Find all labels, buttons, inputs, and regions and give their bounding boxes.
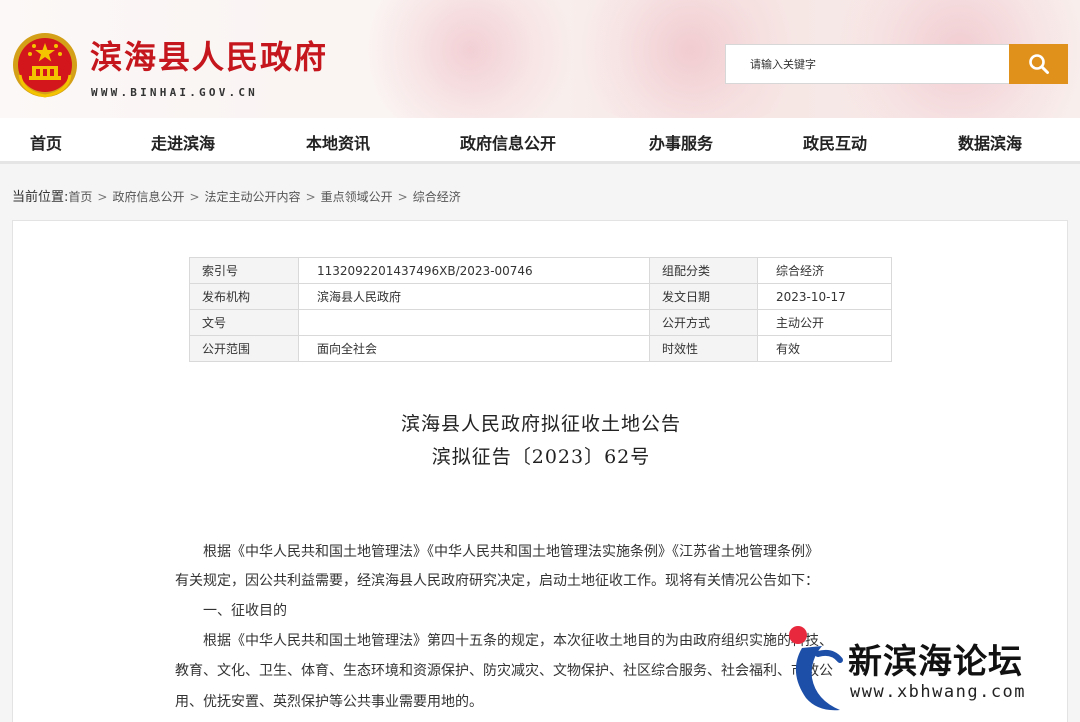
nav-item-interaction[interactable]: 政民互动 <box>803 130 867 154</box>
breadcrumb-statutory[interactable]: 法定主动公开内容 <box>205 190 301 204</box>
meta-key: 索引号 <box>189 257 299 284</box>
breadcrumb-separator: > <box>97 190 108 204</box>
meta-value: 主动公开 <box>757 309 892 336</box>
nav-item-services[interactable]: 办事服务 <box>649 130 713 154</box>
meta-key: 时效性 <box>649 335 758 362</box>
meta-value: 滨海县人民政府 <box>298 283 650 310</box>
meta-key: 组配分类 <box>649 257 758 284</box>
nav-item-about[interactable]: 走进滨海 <box>151 130 215 154</box>
breadcrumb-lead: 当前位置: <box>12 190 69 205</box>
document-title: 滨海县人民政府拟征收土地公告 <box>400 413 681 435</box>
forum-watermark-url: www.xbhwang.com <box>850 682 1027 702</box>
meta-key: 公开方式 <box>649 309 758 336</box>
meta-value: 综合经济 <box>757 257 892 284</box>
breadcrumb-key-areas[interactable]: 重点领域公开 <box>321 190 393 204</box>
meta-value: 1132092201437496XB/2023-00746 <box>298 257 650 284</box>
meta-value: 面向全社会 <box>298 335 650 362</box>
meta-value: 2023-10-17 <box>757 283 892 310</box>
document-number: 滨拟征告〔2023〕62号 <box>431 446 651 468</box>
table-row: 索引号 1132092201437496XB/2023-00746 组配分类 综… <box>189 257 892 284</box>
search-box <box>725 44 1009 84</box>
breadcrumb-economy[interactable]: 综合经济 <box>413 190 461 204</box>
header-flower-decoration <box>360 0 580 118</box>
meta-value: 有效 <box>757 335 892 362</box>
breadcrumb-separator: > <box>305 190 316 204</box>
document-paragraph-line: 用、优抚安置、英烈保护等公共事业需要用地的。 <box>175 694 483 710</box>
site-url: WWW.BINHAI.GOV.CN <box>91 86 258 99</box>
forum-watermark-name: 新滨海论坛 <box>848 642 1023 682</box>
metadata-table: 索引号 1132092201437496XB/2023-00746 组配分类 综… <box>189 257 892 362</box>
meta-value <box>298 309 650 336</box>
nav-item-local-news[interactable]: 本地资讯 <box>306 130 370 154</box>
meta-key: 文号 <box>189 309 299 336</box>
document-paragraph-line: 教育、文化、卫生、体育、生态环境和资源保护、防灾减灾、文物保护、社区综合服务、社… <box>175 663 833 679</box>
meta-key: 公开范围 <box>189 335 299 362</box>
site-title[interactable]: 滨海县人民政府 <box>90 32 328 78</box>
document-section-heading: 一、征收目的 <box>175 603 287 619</box>
search-icon <box>1028 54 1049 74</box>
nav-item-home[interactable]: 首页 <box>30 130 62 154</box>
breadcrumb: 当前位置:首页 > 政府信息公开 > 法定主动公开内容 > 重点领域公开 > 综合经济 <box>12 186 461 205</box>
breadcrumb-separator: > <box>397 190 408 204</box>
document-paragraph-line: 有关规定，因公共利益需要，经滨海县人民政府研究决定，启动土地征收工作。现将有关情… <box>175 573 819 589</box>
meta-key: 发布机构 <box>189 283 299 310</box>
site-header: 滨海县人民政府 WWW.BINHAI.GOV.CN <box>0 0 1080 118</box>
table-row: 发布机构 滨海县人民政府 发文日期 2023-10-17 <box>189 283 892 310</box>
nav-item-gov-info[interactable]: 政府信息公开 <box>460 130 556 154</box>
meta-key: 发文日期 <box>649 283 758 310</box>
table-row: 公开范围 面向全社会 时效性 有效 <box>189 335 892 362</box>
nav-item-data[interactable]: 数据滨海 <box>958 130 1022 154</box>
table-row: 文号 公开方式 主动公开 <box>189 309 892 336</box>
breadcrumb-home[interactable]: 首页 <box>68 190 92 204</box>
breadcrumb-gov-info[interactable]: 政府信息公开 <box>112 190 184 204</box>
search-button[interactable] <box>1009 44 1068 84</box>
main-nav: 首页 走进滨海 本地资讯 政府信息公开 办事服务 政民互动 数据滨海 <box>0 118 1080 164</box>
search-input[interactable] <box>750 57 1000 71</box>
document-paragraph-line: 根据《中华人民共和国土地管理法》第四十五条的规定，本次征收土地目的为由政府组织实… <box>175 633 833 649</box>
national-emblem-icon <box>13 33 77 98</box>
breadcrumb-separator: > <box>189 190 200 204</box>
document-paragraph-line: 根据《中华人民共和国土地管理法》《中华人民共和国土地管理法实施条例》《江苏省土地… <box>175 544 819 560</box>
